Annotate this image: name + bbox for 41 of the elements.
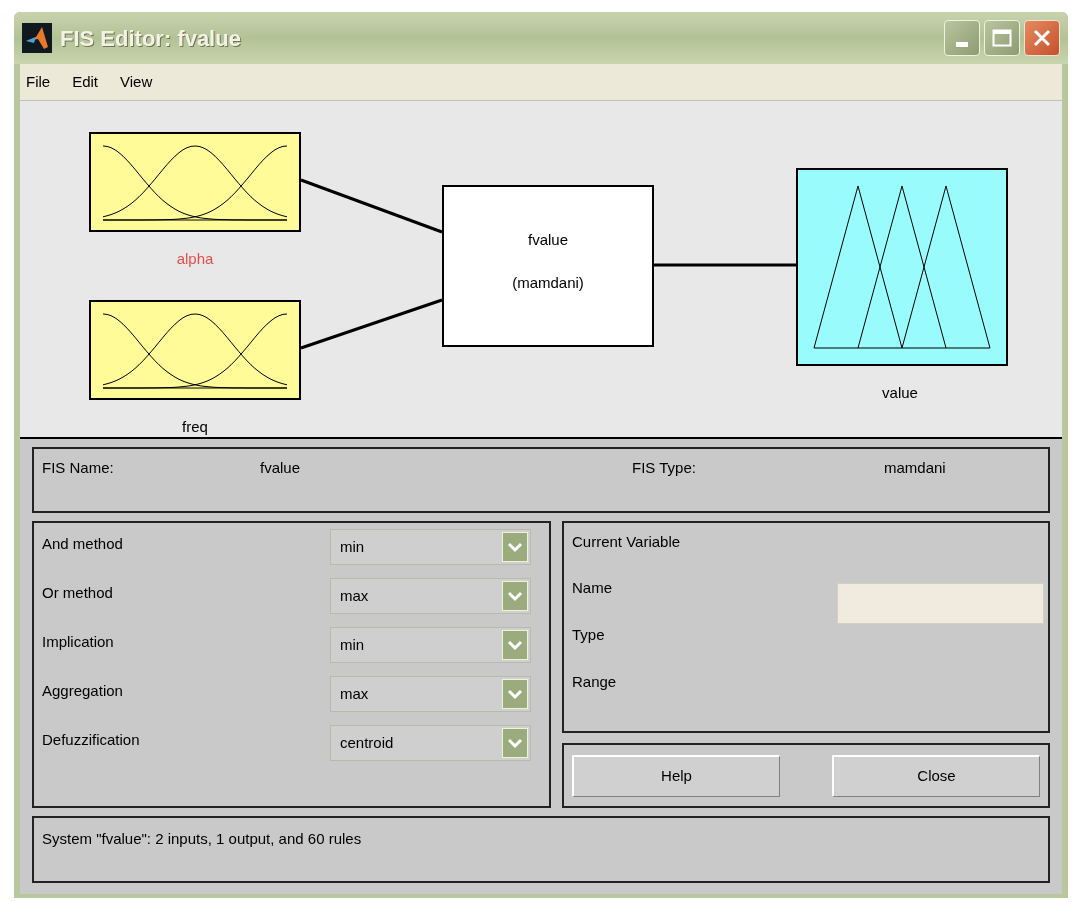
- variable-label[interactable]: value: [882, 382, 918, 405]
- menu-item[interactable]: Edit: [72, 70, 99, 94]
- minimize-icon: [956, 42, 968, 47]
- fis-type-label: FIS Type:: [632, 458, 697, 478]
- minimize-button[interactable]: [944, 20, 980, 56]
- method-label: Defuzzification: [42, 730, 140, 750]
- system-block[interactable]: fvalue (mamdani): [442, 185, 654, 347]
- system-type: (mamdani): [512, 272, 584, 293]
- name-input[interactable]: [837, 583, 1044, 624]
- method-dropdown[interactable]: max: [330, 578, 531, 614]
- maximize-button[interactable]: [984, 20, 1020, 56]
- menu-item[interactable]: View: [120, 70, 153, 94]
- dialog-button[interactable]: Close: [832, 754, 1040, 797]
- maximize-icon: [992, 29, 1012, 47]
- fis-name-label: FIS Name:: [42, 458, 115, 478]
- panel-title: Current Variable: [572, 532, 682, 552]
- menu-item[interactable]: File: [26, 70, 51, 94]
- close-icon: [1032, 28, 1052, 48]
- field-label: Name: [572, 577, 613, 598]
- method-label: Implication: [42, 632, 114, 652]
- method-label: And method: [42, 534, 123, 554]
- fis-type-value: mamdani: [884, 458, 947, 478]
- close-button[interactable]: [1024, 20, 1060, 56]
- dialog-button[interactable]: Help: [572, 754, 780, 797]
- fis-name-value: fvalue: [260, 458, 302, 478]
- status-text: System "fvalue": 2 inputs, 1 output, and 60 rules: [42, 830, 362, 847]
- method-dropdown[interactable]: min: [330, 529, 531, 565]
- method-label: Or method: [42, 583, 113, 603]
- variable-label[interactable]: freq: [182, 416, 208, 439]
- field-label: Type: [572, 624, 606, 645]
- method-label: Aggregation: [42, 681, 123, 701]
- method-dropdown[interactable]: min: [330, 627, 531, 663]
- system-name: fvalue: [528, 230, 568, 250]
- membership-function-plot[interactable]: [796, 168, 1008, 366]
- method-dropdown[interactable]: centroid: [330, 725, 531, 761]
- membership-function-plot[interactable]: [89, 132, 301, 232]
- window-title: FIS Editor: fvalue: [60, 24, 241, 53]
- method-dropdown[interactable]: max: [330, 676, 531, 712]
- membership-function-plot[interactable]: [89, 300, 301, 400]
- app-logo-icon: [22, 23, 52, 53]
- field-label: Range: [572, 671, 618, 692]
